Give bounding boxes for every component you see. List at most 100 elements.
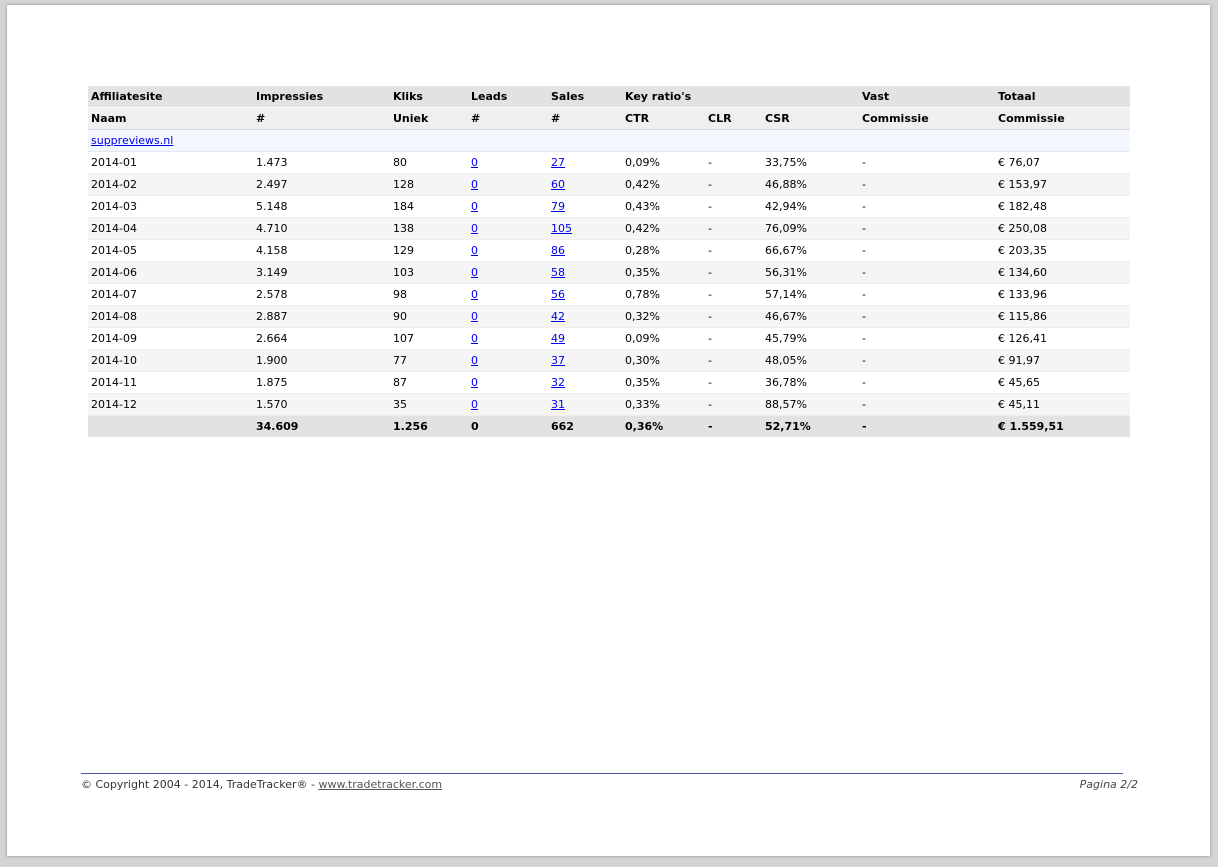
clicks-cell: 87 bbox=[390, 371, 468, 394]
fixed-commission-cell: - bbox=[859, 349, 995, 372]
fixed-commission-cell: - bbox=[859, 239, 995, 262]
csr-cell: 33,75% bbox=[762, 151, 859, 174]
sales-cell: 42 bbox=[548, 305, 622, 328]
leads-link[interactable]: 0 bbox=[471, 354, 478, 367]
clr-cell: - bbox=[705, 393, 762, 416]
leads-link[interactable]: 0 bbox=[471, 178, 478, 191]
sales-cell: 31 bbox=[548, 393, 622, 416]
ctr-cell: 0,09% bbox=[622, 151, 705, 174]
clicks-cell: 98 bbox=[390, 283, 468, 306]
csr-cell: 57,14% bbox=[762, 283, 859, 306]
total-label bbox=[88, 415, 253, 438]
ctr-cell: 0,09% bbox=[622, 327, 705, 350]
sales-link[interactable]: 79 bbox=[551, 200, 565, 213]
clr-cell: - bbox=[705, 305, 762, 328]
leads-cell: 0 bbox=[468, 217, 548, 240]
sales-link[interactable]: 86 bbox=[551, 244, 565, 257]
table-row: 2014-01 1.473 80 0 27 0,09% -33,75% - € 76,07 bbox=[88, 151, 1130, 174]
subcol-clr: CLR bbox=[705, 107, 762, 130]
period-cell: 2014-03 bbox=[88, 195, 253, 218]
total-commission: € 1.559,51 bbox=[995, 415, 1130, 438]
total-clicks: 1.256 bbox=[390, 415, 468, 438]
clr-cell: - bbox=[705, 261, 762, 284]
clicks-cell: 138 bbox=[390, 217, 468, 240]
leads-cell: 0 bbox=[468, 283, 548, 306]
clicks-cell: 184 bbox=[390, 195, 468, 218]
sales-link[interactable]: 42 bbox=[551, 310, 565, 323]
sales-cell: 79 bbox=[548, 195, 622, 218]
impressions-cell: 3.149 bbox=[253, 261, 390, 284]
period-cell: 2014-12 bbox=[88, 393, 253, 416]
fixed-commission-cell: - bbox=[859, 371, 995, 394]
csr-cell: 45,79% bbox=[762, 327, 859, 350]
total-sales: 662 bbox=[548, 415, 622, 438]
impressions-cell: 1.875 bbox=[253, 371, 390, 394]
sales-link[interactable]: 60 bbox=[551, 178, 565, 191]
leads-link[interactable]: 0 bbox=[471, 398, 478, 411]
ctr-cell: 0,32% bbox=[622, 305, 705, 328]
sales-link[interactable]: 37 bbox=[551, 354, 565, 367]
clicks-cell: 103 bbox=[390, 261, 468, 284]
sales-link[interactable]: 58 bbox=[551, 266, 565, 279]
table-row: 2014-12 1.570 35 0 31 0,33% -88,57% - € 45,11 bbox=[88, 393, 1130, 416]
leads-cell: 0 bbox=[468, 151, 548, 174]
total-leads: 0 bbox=[468, 415, 548, 438]
leads-link[interactable]: 0 bbox=[471, 244, 478, 257]
total-commission-cell: € 76,07 bbox=[995, 151, 1130, 174]
total-fixed-commission: - bbox=[859, 415, 995, 438]
subcol-sales-count: # bbox=[548, 107, 622, 130]
sales-link[interactable]: 27 bbox=[551, 156, 565, 169]
total-ctr: 0,36% bbox=[622, 415, 705, 438]
report-page: Affiliatesite Impressies Kliks Leads Sal… bbox=[7, 5, 1210, 856]
sales-link[interactable]: 32 bbox=[551, 376, 565, 389]
total-commission-cell: € 126,41 bbox=[995, 327, 1130, 350]
total-csr: 52,71% bbox=[762, 415, 859, 438]
clr-cell: - bbox=[705, 173, 762, 196]
leads-link[interactable]: 0 bbox=[471, 266, 478, 279]
sales-link[interactable]: 56 bbox=[551, 288, 565, 301]
impressions-cell: 2.887 bbox=[253, 305, 390, 328]
leads-link[interactable]: 0 bbox=[471, 310, 478, 323]
table-row: 2014-02 2.497 128 0 60 0,42% -46,88% - € 153,97 bbox=[88, 173, 1130, 196]
col-key-ratios-3 bbox=[762, 86, 859, 108]
leads-link[interactable]: 0 bbox=[471, 200, 478, 213]
table-row: 2014-06 3.149 103 0 58 0,35% -56,31% - € 134,60 bbox=[88, 261, 1130, 284]
tradetracker-link[interactable]: www.tradetracker.com bbox=[318, 778, 442, 791]
impressions-cell: 4.710 bbox=[253, 217, 390, 240]
period-cell: 2014-06 bbox=[88, 261, 253, 284]
period-cell: 2014-01 bbox=[88, 151, 253, 174]
leads-link[interactable]: 0 bbox=[471, 222, 478, 235]
csr-cell: 42,94% bbox=[762, 195, 859, 218]
leads-link[interactable]: 0 bbox=[471, 156, 478, 169]
leads-cell: 0 bbox=[468, 239, 548, 262]
table-row: 2014-09 2.664 107 0 49 0,09% -45,79% - € 126,41 bbox=[88, 327, 1130, 350]
sales-cell: 27 bbox=[548, 151, 622, 174]
sales-link[interactable]: 105 bbox=[551, 222, 572, 235]
sales-link[interactable]: 31 bbox=[551, 398, 565, 411]
fixed-commission-cell: - bbox=[859, 173, 995, 196]
clr-cell: - bbox=[705, 283, 762, 306]
total-clr: - bbox=[705, 415, 762, 438]
clr-cell: - bbox=[705, 239, 762, 262]
period-cell: 2014-10 bbox=[88, 349, 253, 372]
page-number: Pagina 2/2 bbox=[1079, 778, 1138, 791]
col-key-ratios-2 bbox=[705, 86, 762, 108]
sales-link[interactable]: 49 bbox=[551, 332, 565, 345]
col-leads: Leads bbox=[468, 86, 548, 108]
impressions-cell: 1.570 bbox=[253, 393, 390, 416]
clicks-cell: 90 bbox=[390, 305, 468, 328]
fixed-commission-cell: - bbox=[859, 393, 995, 416]
total-commission-cell: € 45,65 bbox=[995, 371, 1130, 394]
impressions-cell: 2.664 bbox=[253, 327, 390, 350]
csr-cell: 46,88% bbox=[762, 173, 859, 196]
leads-link[interactable]: 0 bbox=[471, 288, 478, 301]
sales-cell: 58 bbox=[548, 261, 622, 284]
site-link[interactable]: suppreviews.nl bbox=[91, 134, 173, 147]
fixed-commission-cell: - bbox=[859, 217, 995, 240]
table-row: 2014-10 1.900 77 0 37 0,30% -48,05% - € 91,97 bbox=[88, 349, 1130, 372]
leads-link[interactable]: 0 bbox=[471, 376, 478, 389]
impressions-cell: 5.148 bbox=[253, 195, 390, 218]
period-cell: 2014-08 bbox=[88, 305, 253, 328]
csr-cell: 88,57% bbox=[762, 393, 859, 416]
leads-link[interactable]: 0 bbox=[471, 332, 478, 345]
